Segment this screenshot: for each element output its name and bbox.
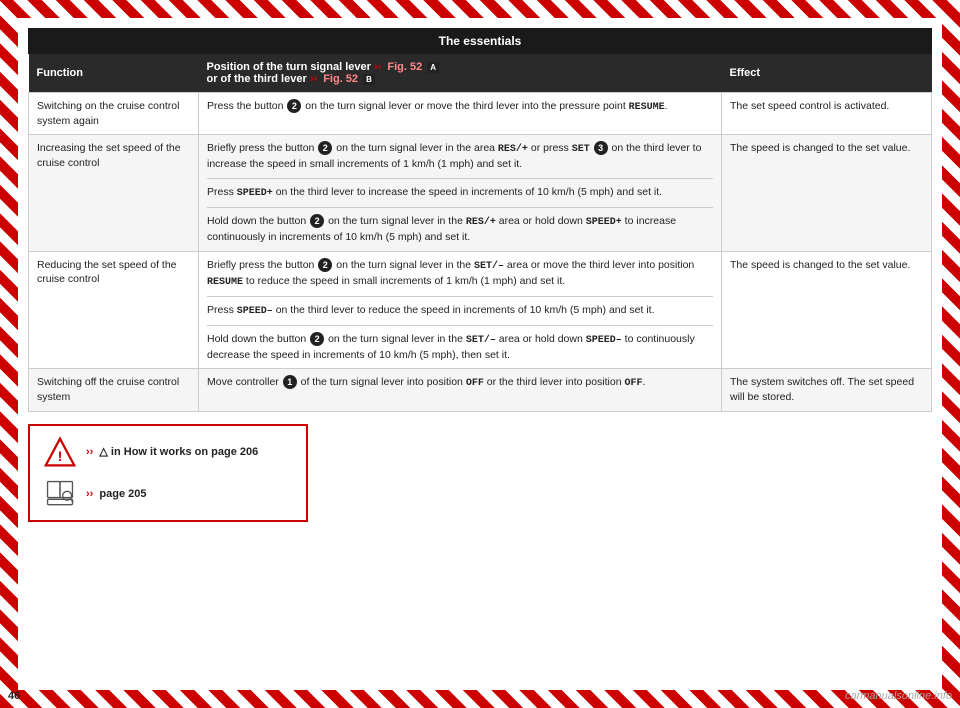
position-part-2: Press SPEED– on the third lever to reduc…: [207, 296, 713, 319]
effect-cell: The system switches off. The set speed w…: [722, 369, 932, 411]
fig-ref-b: Fig. 52: [323, 73, 358, 85]
svg-text:!: !: [58, 449, 63, 465]
set-minus-2: SET/–: [466, 335, 496, 346]
btn-2c: 2: [318, 258, 332, 272]
book-note: ›› page 205: [44, 478, 292, 510]
btn-1: 1: [283, 375, 297, 389]
box-b: B: [363, 74, 375, 85]
watermark: carmanualsonline.info: [845, 690, 952, 702]
col-header-position: Position of the turn signal lever ›› Fig…: [199, 54, 722, 93]
position-part-2: Press SPEED+ on the third lever to incre…: [207, 178, 713, 201]
speed-minus-2: SPEED–: [586, 335, 622, 346]
chevron-icon: ››: [374, 61, 381, 73]
position-part-3: Hold down the button 2 on the turn signa…: [207, 325, 713, 363]
position-cell: Briefly press the button 2 on the turn s…: [199, 135, 722, 251]
warning-icon-sym: △: [99, 446, 107, 458]
function-cell: Increasing the set speed of the cruise c…: [29, 135, 199, 251]
position-part-3: Hold down the button 2 on the turn signa…: [207, 207, 713, 245]
col-header-effect: Effect: [722, 54, 932, 93]
box-a: A: [427, 62, 439, 73]
btn-2a: 2: [318, 141, 332, 155]
table-row: Increasing the set speed of the cruise c…: [29, 135, 932, 251]
function-cell: Switching on the cruise control system a…: [29, 93, 199, 135]
main-table: Function Position of the turn signal lev…: [28, 54, 932, 412]
section-title: The essentials: [439, 34, 522, 48]
note-box: ! ›› △ in How it works on page 206 ››: [28, 424, 308, 522]
position-part-1: Briefly press the button 2 on the turn s…: [207, 141, 713, 172]
effect-cell: The set speed control is activated.: [722, 93, 932, 135]
speed-minus: SPEED–: [237, 306, 273, 317]
warning-icon: !: [44, 436, 76, 468]
set-label: SET: [572, 144, 590, 155]
table-row: Switching off the cruise control system …: [29, 369, 932, 411]
btn-2b: 2: [310, 214, 324, 228]
warning-note: ! ›› △ in How it works on page 206: [44, 436, 292, 468]
table-row: Switching on the cruise control system a…: [29, 93, 932, 135]
page-content: The essentials Function Position of the …: [18, 18, 942, 690]
res-plus-2: RES/+: [466, 217, 496, 228]
book-icon: [44, 478, 76, 510]
resume-2: RESUME: [207, 277, 243, 288]
warning-text: ›› △ in How it works on page 206: [86, 445, 258, 458]
resume-label: RESUME: [629, 102, 665, 113]
fig-ref-a: Fig. 52: [387, 61, 422, 73]
function-cell: Reducing the set speed of the cruise con…: [29, 251, 199, 369]
btn-2d: 2: [310, 332, 324, 346]
book-text: ›› page 205: [86, 488, 146, 500]
position-cell: Briefly press the button 2 on the turn s…: [199, 251, 722, 369]
col-header-function: Function: [29, 54, 199, 93]
off-label-2: OFF: [625, 378, 643, 389]
function-cell: Switching off the cruise control system: [29, 369, 199, 411]
section-header: The essentials: [28, 28, 932, 54]
speed-plus-2: SPEED+: [586, 217, 622, 228]
speed-plus: SPEED+: [237, 188, 273, 199]
position-cell: Press the button 2 on the turn signal le…: [199, 93, 722, 135]
chevron-icon-2: ››: [310, 73, 317, 85]
effect-cell: The speed is changed to the set value.: [722, 251, 932, 369]
btn-3: 3: [594, 141, 608, 155]
effect-cell: The speed is changed to the set value.: [722, 135, 932, 251]
page-number: 46: [8, 690, 20, 702]
position-cell: Move controller 1 of the turn signal lev…: [199, 369, 722, 411]
off-label: OFF: [466, 378, 484, 389]
res-plus: RES/+: [498, 144, 528, 155]
btn-2: 2: [287, 99, 301, 113]
table-row: Reducing the set speed of the cruise con…: [29, 251, 932, 369]
set-minus: SET/–: [474, 261, 504, 272]
position-part-1: Briefly press the button 2 on the turn s…: [207, 258, 713, 290]
